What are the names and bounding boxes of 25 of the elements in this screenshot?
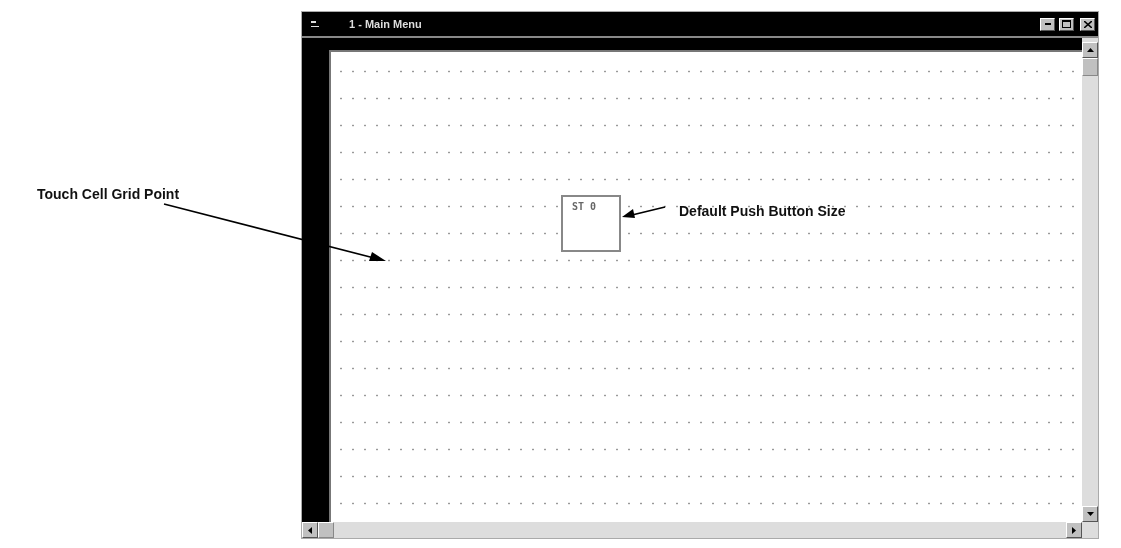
down-arrow-icon — [1086, 512, 1094, 516]
vertical-scrollbar[interactable] — [1082, 38, 1098, 538]
scroll-thumb[interactable] — [1082, 58, 1098, 76]
close-button[interactable] — [1080, 17, 1095, 31]
close-icon — [1083, 20, 1092, 28]
push-button-object[interactable]: ST 0 — [561, 195, 621, 252]
scroll-thumb[interactable] — [318, 522, 334, 538]
right-arrow-icon — [1072, 526, 1076, 534]
left-arrow-icon — [308, 526, 312, 534]
window-title: 1 - Main Menu — [349, 18, 422, 30]
scroll-left-button[interactable] — [302, 522, 318, 538]
scroll-right-button[interactable] — [1066, 522, 1082, 538]
push-button-label: ST 0 — [572, 201, 597, 212]
scroll-down-button[interactable] — [1082, 506, 1098, 522]
callout-label: Default Push Button Size — [679, 203, 846, 219]
minimize-button[interactable] — [1040, 17, 1055, 31]
minimize-icon — [1044, 23, 1051, 25]
system-menu-icon[interactable] — [309, 19, 321, 29]
callout-arrow — [622, 206, 666, 218]
maximize-button[interactable] — [1059, 17, 1074, 31]
horizontal-scrollbar[interactable] — [302, 522, 1082, 538]
scroll-up-button[interactable] — [1082, 42, 1098, 58]
callout-label: Touch Cell Grid Point — [37, 186, 180, 202]
maximize-icon — [1062, 20, 1071, 28]
up-arrow-icon — [1086, 48, 1094, 52]
